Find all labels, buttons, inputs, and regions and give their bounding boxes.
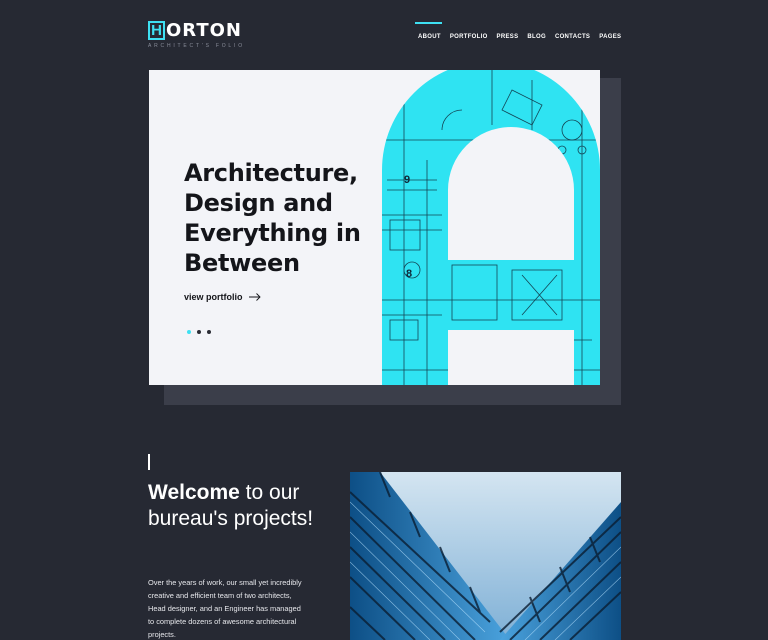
slider-dot-1[interactable] — [187, 330, 191, 334]
nav-press[interactable]: PRESS — [497, 34, 519, 40]
slider-dot-2[interactable] — [197, 330, 201, 334]
main-nav: ABOUT PORTFOLIO PRESS BLOG CONTACTS PAGE… — [415, 22, 630, 40]
nav-about[interactable]: ABOUT — [415, 22, 442, 40]
building-photo — [350, 472, 621, 640]
view-portfolio-link[interactable]: view portfolio — [184, 292, 261, 302]
welcome-description: Over the years of work, our small yet in… — [148, 578, 302, 639]
plan-number-9: 9 — [404, 174, 410, 186]
logo-mark: H — [148, 20, 165, 40]
nav-blog[interactable]: BLOG — [527, 34, 546, 40]
slider-dots — [187, 330, 211, 334]
view-portfolio-label: view portfolio — [184, 292, 243, 302]
welcome-heading: Welcome to our bureau's projects! — [148, 480, 338, 532]
logo-name: ORTON — [166, 19, 242, 41]
arrow-right-icon — [248, 293, 261, 301]
nav-contacts[interactable]: CONTACTS — [555, 34, 590, 40]
nav-pages[interactable]: PAGES — [599, 34, 621, 40]
hero-title: Architecture, Design and Everything in B… — [184, 159, 361, 277]
welcome-bold: Welcome — [148, 481, 240, 504]
logo[interactable]: H ORTON Architect's Folio — [148, 20, 245, 49]
logo-tagline: Architect's Folio — [148, 43, 245, 49]
blueprint-arch-illustration: 9 8 — [382, 70, 600, 385]
hero-slider: Architecture, Design and Everything in B… — [149, 70, 600, 385]
plan-number-8: 8 — [406, 268, 412, 280]
section-marker — [148, 454, 150, 470]
slider-dot-3[interactable] — [207, 330, 211, 334]
nav-portfolio[interactable]: PORTFOLIO — [450, 34, 488, 40]
